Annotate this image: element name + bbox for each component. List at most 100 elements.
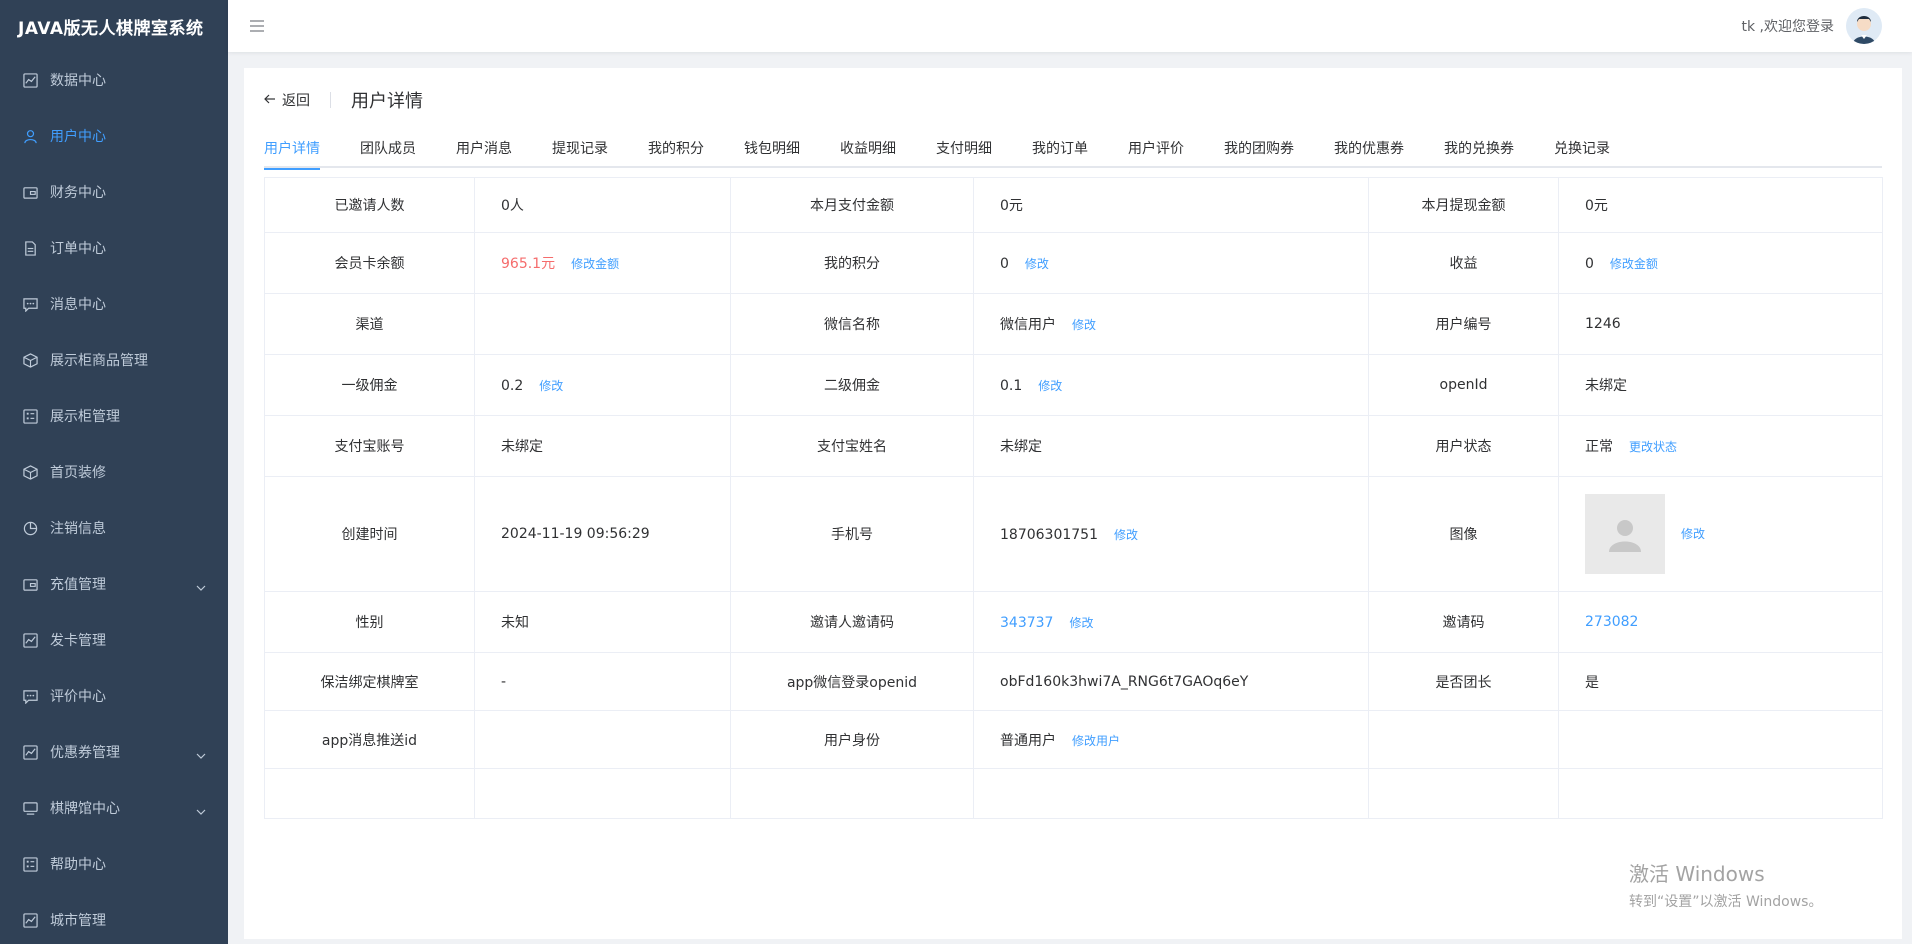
edit-wechat-name-link[interactable]: 修改	[1072, 318, 1096, 332]
chart-icon	[22, 744, 38, 760]
cell-card-balance: 965.1元 修改金额	[474, 232, 731, 294]
sidebar-item-showcase-manage[interactable]: 展示柜管理	[0, 388, 228, 444]
message-icon	[22, 688, 38, 704]
value-my-points: 0	[1000, 255, 1009, 272]
cell-phone: 18706301751 修改	[973, 476, 1369, 592]
edit-second-commission-link[interactable]: 修改	[1038, 379, 1062, 393]
label-user-identity: 用户身份	[730, 710, 974, 769]
value-created-time: 2024-11-19 09:56:29	[474, 476, 731, 592]
sidebar-item-label: 注销信息	[50, 521, 106, 537]
value-phone: 18706301751	[1000, 526, 1098, 543]
value-inviter-code[interactable]: 343737	[1000, 615, 1053, 631]
tab-group-coupons[interactable]: 我的团购券	[1224, 130, 1314, 168]
sidebar-item-label: 评价中心	[50, 689, 106, 705]
table-row: 已邀请人数 0人 本月支付金额 0元 本月提现金额 0元	[264, 177, 1883, 233]
box-icon	[22, 464, 38, 480]
label-user-status: 用户状态	[1368, 415, 1559, 477]
value-first-commission: 0.2	[501, 377, 524, 394]
label-alipay-name: 支付宝姓名	[730, 415, 974, 477]
empty-cell	[1368, 768, 1559, 819]
sidebar-item-home-decoration[interactable]: 首页装修	[0, 444, 228, 500]
sidebar-item-finance-center[interactable]: 财务中心	[0, 164, 228, 220]
sidebar-item-coupon[interactable]: 优惠券管理	[0, 724, 228, 780]
edit-points-link[interactable]: 修改	[1025, 257, 1049, 271]
edit-avatar-link[interactable]: 修改	[1681, 527, 1705, 541]
value-user-identity: 普通用户	[1000, 732, 1056, 749]
tab-payment-details[interactable]: 支付明细	[936, 130, 1012, 168]
edit-user-identity-link[interactable]: 修改用户	[1072, 734, 1120, 748]
value-second-commission: 0.1	[1000, 377, 1023, 394]
edit-first-commission-link[interactable]: 修改	[539, 379, 563, 393]
sidebar-item-label: 消息中心	[50, 297, 106, 313]
tab-my-coupons[interactable]: 我的优惠券	[1334, 130, 1424, 168]
sidebar-item-label: 数据中心	[50, 73, 106, 89]
sidebar-item-label: 优惠券管理	[50, 745, 120, 761]
tab-exchange-coupons[interactable]: 我的兑换券	[1444, 130, 1534, 168]
sidebar-item-help-center[interactable]: 帮助中心	[0, 836, 228, 892]
empty-cell	[730, 768, 974, 819]
table-row: 保洁绑定棋牌室 - app微信登录openid obFd160k3hwi7A_R…	[264, 652, 1883, 711]
welcome-text: tk ,欢迎您登录	[1741, 19, 1835, 35]
sidebar-item-label: 棋牌馆中心	[50, 801, 120, 817]
sidebar-item-user-center[interactable]: 用户中心	[0, 108, 228, 164]
user-icon	[22, 128, 38, 144]
value-app-wechat-openid: obFd160k3hwi7A_RNG6t7GAOq6eY	[973, 652, 1369, 711]
value-invite-code[interactable]: 273082	[1585, 614, 1638, 630]
value-openid: 未绑定	[1558, 354, 1883, 416]
value-income: 0	[1585, 255, 1594, 272]
edit-phone-link[interactable]: 修改	[1114, 528, 1138, 542]
label-second-commission: 二级佣金	[730, 354, 974, 416]
label-income: 收益	[1368, 232, 1559, 294]
tab-my-points[interactable]: 我的积分	[648, 130, 724, 168]
sidebar-item-review-center[interactable]: 评价中心	[0, 668, 228, 724]
tab-user-detail[interactable]: 用户详情	[264, 130, 340, 170]
tab-team-members[interactable]: 团队成员	[360, 130, 436, 168]
value-app-push-id	[474, 710, 731, 769]
change-status-link[interactable]: 更改状态	[1629, 440, 1677, 454]
value-invited-count: 0人	[474, 177, 731, 233]
tab-my-orders[interactable]: 我的订单	[1032, 130, 1108, 168]
edit-income-link[interactable]: 修改金额	[1610, 257, 1658, 271]
sidebar-item-label: 首页装修	[50, 465, 106, 481]
avatar[interactable]	[1846, 8, 1882, 44]
tab-exchange-records[interactable]: 兑换记录	[1554, 130, 1630, 168]
wallet-icon	[22, 184, 38, 200]
table-row: 一级佣金 0.2 修改 二级佣金 0.1 修改 openId 未绑定	[264, 354, 1883, 416]
tab-income-details[interactable]: 收益明细	[840, 130, 916, 168]
label-channel: 渠道	[264, 293, 475, 355]
wallet-icon	[22, 576, 38, 592]
top-navbar: tk ,欢迎您登录	[228, 0, 1912, 52]
sidebar-item-order-center[interactable]: 订单中心	[0, 220, 228, 276]
value-is-leader: 是	[1558, 652, 1883, 711]
label-first-commission: 一级佣金	[264, 354, 475, 416]
sidebar-item-recharge[interactable]: 充值管理	[0, 556, 228, 612]
tab-user-reviews[interactable]: 用户评价	[1128, 130, 1204, 168]
sidebar-item-data-center[interactable]: 数据中心	[0, 52, 228, 108]
edit-inviter-code-link[interactable]: 修改	[1069, 616, 1093, 630]
tab-user-messages[interactable]: 用户消息	[456, 130, 532, 168]
edit-balance-link[interactable]: 修改金额	[571, 257, 619, 271]
tab-wallet-details[interactable]: 钱包明细	[744, 130, 820, 168]
chevron-down-icon	[196, 804, 206, 820]
cell-wechat-name: 微信用户 修改	[973, 293, 1369, 355]
label-monthly-payment: 本月支付金额	[730, 177, 974, 233]
tab-withdraw-records[interactable]: 提现记录	[552, 130, 628, 168]
chevron-down-icon	[196, 748, 206, 764]
box-icon	[22, 352, 38, 368]
chart-icon	[22, 912, 38, 928]
sidebar-item-cancellation-info[interactable]: 注销信息	[0, 500, 228, 556]
sidebar-item-venue-center[interactable]: 棋牌馆中心	[0, 780, 228, 836]
label-card-balance: 会员卡余额	[264, 232, 475, 294]
back-button[interactable]: 返回	[264, 90, 310, 110]
header-divider	[330, 92, 331, 108]
sidebar-item-showcase-goods[interactable]: 展示柜商品管理	[0, 332, 228, 388]
user-menu[interactable]: tk ,欢迎您登录	[1741, 8, 1882, 44]
watermark-title: 激活 Windows	[1629, 862, 1765, 886]
sidebar-item-message-center[interactable]: 消息中心	[0, 276, 228, 332]
sidebar-item-card-issue[interactable]: 发卡管理	[0, 612, 228, 668]
sidebar-item-city-manage[interactable]: 城市管理	[0, 892, 228, 944]
app-title: JAVA版无人棋牌室系统	[18, 18, 204, 39]
value-alipay-account: 未绑定	[474, 415, 731, 477]
hamburger-menu-icon[interactable]	[248, 17, 266, 35]
sidebar-item-label: 展示柜商品管理	[50, 353, 148, 369]
